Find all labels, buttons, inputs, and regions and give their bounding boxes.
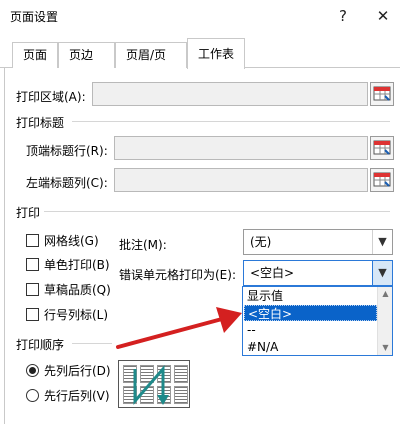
print-divider [44,211,390,212]
over-then-down-label: 先行后列(V) [44,389,110,403]
range-picker-icon [373,140,391,155]
left-cols-picker-button[interactable] [370,168,394,192]
close-button[interactable]: ✕ [368,4,398,28]
errors-select[interactable]: <空白> ▼ [243,260,393,286]
top-rows-picker-button[interactable] [370,136,394,160]
errors-value: <空白> [250,266,295,280]
page-order-preview [118,360,190,408]
down-then-over-radio[interactable] [26,364,39,377]
mono-checkbox[interactable] [26,258,39,271]
print-area-input[interactable] [92,82,368,106]
dropdown-option-blank[interactable]: <空白> [244,305,377,321]
comments-value: (无) [250,235,272,249]
tab-header-footer[interactable]: 页眉/页脚 [115,42,187,86]
range-picker-icon [373,86,391,101]
print-area-picker-button[interactable] [370,82,394,106]
print-section: 打印 [16,206,41,220]
red-arrow-annotation [116,307,242,349]
page-order-divider [72,343,112,344]
help-button[interactable]: ? [328,4,358,28]
print-area-label: 打印区域(A): [16,90,86,104]
top-rows-label: 顶端标题行(R): [26,144,108,158]
draft-checkbox[interactable] [26,283,39,296]
dropdown-option-na[interactable]: #N/A [244,339,377,355]
chevron-down-icon[interactable]: ▼ [372,230,392,254]
left-cols-input[interactable] [114,168,368,192]
dropdown-option-displayed[interactable]: 显示值 [244,288,377,304]
range-picker-icon [373,172,391,187]
down-then-over-label: 先列后行(D) [44,364,111,378]
errors-label: 错误单元格打印为(E): [119,268,236,282]
errors-dropdown-list[interactable]: 显示值 <空白> -- #N/A ▲ ▼ [242,286,393,356]
comments-select[interactable]: (无) ▼ [243,229,393,255]
draft-label: 草稿品质(Q) [44,283,111,297]
scroll-up-icon[interactable]: ▲ [378,287,393,301]
page-order-section: 打印顺序 [16,338,65,352]
gridlines-checkbox[interactable] [26,234,39,247]
dropdown-scrollbar[interactable]: ▲ ▼ [377,287,392,355]
tab-margins[interactable]: 页边距 [58,42,115,86]
print-titles-divider [72,121,390,122]
headings-checkbox[interactable] [26,308,39,321]
dropdown-option-dashes[interactable]: -- [244,322,377,338]
tab-sheet[interactable]: 工作表 [187,38,245,69]
comments-label: 批注(M): [119,238,167,252]
over-then-down-radio[interactable] [26,389,39,402]
radio-dot-icon [29,367,36,374]
left-cols-label: 左端标题列(C): [26,176,108,190]
headings-label: 行号列标(L) [44,308,109,322]
page-order-arrow-icon [133,365,169,405]
top-rows-input[interactable] [114,136,368,160]
dialog-title: 页面设置 [10,10,59,24]
mono-label: 单色打印(B) [44,258,110,272]
gridlines-label: 网格线(G) [44,234,99,248]
print-titles-section: 打印标题 [16,116,65,130]
scroll-down-icon[interactable]: ▼ [378,341,393,355]
chevron-down-icon[interactable]: ▼ [372,261,392,285]
tab-page[interactable]: 页面 [12,42,58,68]
